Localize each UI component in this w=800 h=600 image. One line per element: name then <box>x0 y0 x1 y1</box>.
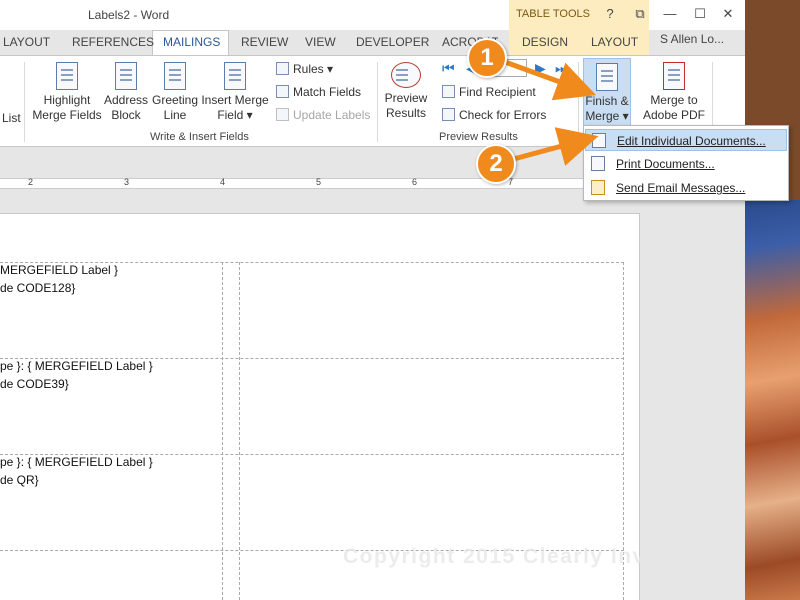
minimize-icon[interactable]: — <box>660 6 680 21</box>
close-icon[interactable]: ✕ <box>718 6 738 22</box>
word-window: TABLE TOOLS Labels2 - Word ? ⧉ — ☐ ✕ LAY… <box>0 0 745 600</box>
first-record-icon[interactable]: ⏮ <box>442 60 455 77</box>
ribbon-display-icon[interactable]: ⧉ <box>630 6 650 22</box>
insert-merge-field-button[interactable]: Insert Merge Field ▾ <box>200 62 270 123</box>
finish-merge-icon <box>596 63 618 91</box>
table-tools-label: TABLE TOOLS <box>516 8 590 20</box>
callout-step-1: 1 <box>467 38 507 78</box>
highlight-fields-icon <box>56 62 78 90</box>
merge-field-text[interactable]: de QR} <box>0 473 39 487</box>
group-label-preview: Preview Results <box>439 131 518 143</box>
finish-merge-button[interactable]: Finish & Merge ▾ <box>583 58 631 128</box>
window-title: Labels2 - Word <box>88 8 170 22</box>
tab-references[interactable]: REFERENCES <box>72 35 154 49</box>
merge-field-text[interactable]: pe }: { MERGEFIELD Label } <box>0 455 153 469</box>
tab-design[interactable]: DESIGN <box>522 35 568 49</box>
ruler-number: 2 <box>28 177 34 187</box>
ruler-number: 3 <box>124 177 130 187</box>
merge-to-pdf-button[interactable]: Merge to Adobe PDF <box>641 62 707 123</box>
preview-abc-icon <box>391 62 421 88</box>
rules-button[interactable]: Rules ▾ <box>276 62 333 76</box>
edit-individual-documents-item[interactable]: Edit Individual Documents... <box>585 129 787 151</box>
last-record-icon[interactable]: ⏭ <box>555 60 568 77</box>
merge-field-text[interactable]: de CODE128} <box>0 281 75 295</box>
address-block-icon <box>115 62 137 90</box>
tab-mailings[interactable]: MAILINGS <box>163 35 220 49</box>
check-errors-button[interactable]: Check for Errors <box>442 108 546 122</box>
callout-step-2: 2 <box>476 144 516 184</box>
ribbon-separator <box>578 62 579 142</box>
merge-field-text[interactable]: pe }: { MERGEFIELD Label } <box>0 359 153 373</box>
tab-view[interactable]: VIEW <box>305 35 336 49</box>
address-block-button[interactable]: Address Block <box>104 62 148 123</box>
tab-table-layout[interactable]: LAYOUT <box>591 35 638 49</box>
greeting-line-button[interactable]: Greeting Line <box>151 62 199 123</box>
recipient-list-partial[interactable]: List <box>2 111 21 125</box>
highlight-merge-fields-button[interactable]: Highlight Merge Fields <box>30 62 104 123</box>
ruler-number: 4 <box>220 177 226 187</box>
ribbon-separator <box>377 62 378 142</box>
tab-review[interactable]: REVIEW <box>241 35 288 49</box>
find-recipient-button[interactable]: Find Recipient <box>442 85 536 99</box>
insert-merge-field-icon <box>224 62 246 90</box>
maximize-icon[interactable]: ☐ <box>690 6 710 22</box>
copyright-watermark: Copyright 2015 Clearly Inventory <box>343 545 719 568</box>
ruler-number: 6 <box>412 177 418 187</box>
print-documents-item[interactable]: Print Documents... <box>585 153 787 175</box>
edit-documents-icon <box>592 133 606 148</box>
table-gridline <box>222 262 223 600</box>
email-icon <box>591 180 605 195</box>
update-labels-icon <box>276 108 289 121</box>
tab-developer[interactable]: DEVELOPER <box>356 35 429 49</box>
desktop-background-photo <box>745 200 800 600</box>
greeting-line-icon <box>164 62 186 90</box>
ruler-number: 5 <box>316 177 322 187</box>
table-gridline <box>239 262 240 600</box>
adobe-pdf-icon <box>663 62 685 90</box>
merge-field-text[interactable]: MERGEFIELD Label } <box>0 263 118 277</box>
finish-merge-dropdown: Edit Individual Documents... Print Docum… <box>583 125 789 201</box>
group-label-write-insert: Write & Insert Fields <box>150 131 249 143</box>
send-email-messages-item[interactable]: Send Email Messages... <box>585 177 787 199</box>
update-labels-button[interactable]: Update Labels <box>276 108 370 122</box>
ribbon-separator <box>24 62 25 142</box>
check-errors-icon <box>442 108 455 121</box>
preview-results-button[interactable]: Preview Results <box>382 62 430 121</box>
tab-layout[interactable]: LAYOUT <box>3 35 50 49</box>
rules-icon <box>276 62 289 75</box>
match-fields-button[interactable]: Match Fields <box>276 85 361 99</box>
print-icon <box>591 156 605 171</box>
match-fields-icon <box>276 85 289 98</box>
user-account[interactable]: S Allen Lo... <box>660 32 724 46</box>
next-record-icon[interactable]: ▶ <box>535 60 546 77</box>
help-icon[interactable]: ? <box>600 6 620 21</box>
find-recipient-icon <box>442 85 455 98</box>
merge-field-text[interactable]: de CODE39} <box>0 377 69 391</box>
